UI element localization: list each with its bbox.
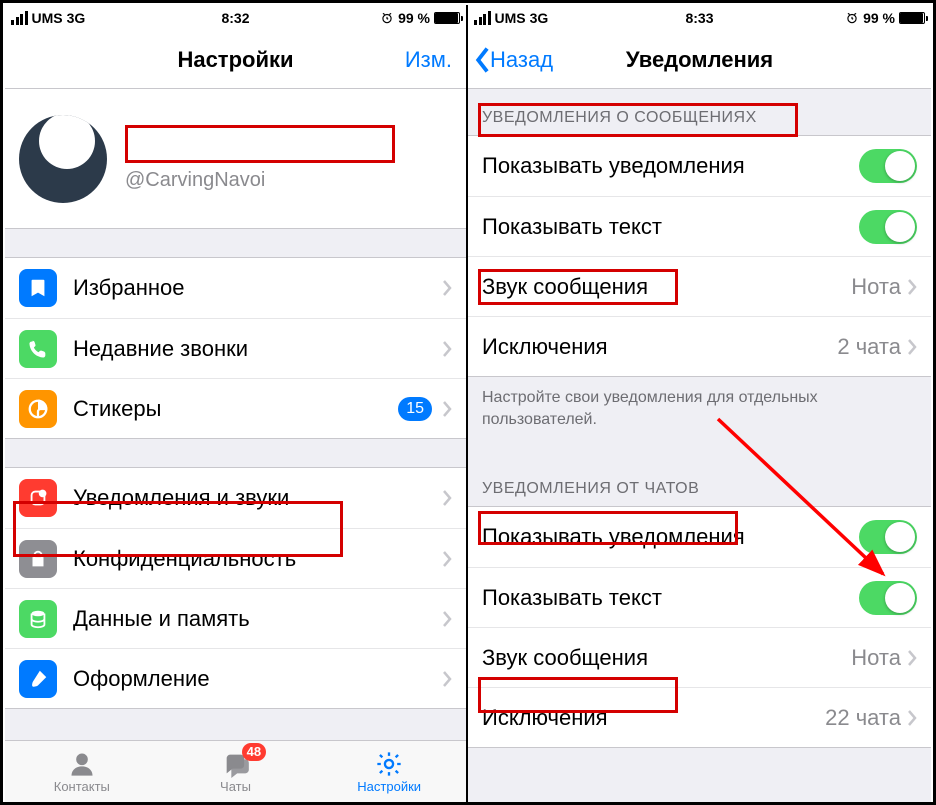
database-icon [19,600,57,638]
chevron-right-icon [907,338,917,356]
row-notifications-sounds[interactable]: Уведомления и звуки [5,468,466,528]
stickers-badge: 15 [398,397,432,421]
tab-bar: Контакты 48 Чаты Настройки [5,740,466,802]
row-appearance[interactable]: Оформление [5,648,466,708]
status-bar: UMS 3G 8:33 99 % [468,5,931,31]
signal-icon [11,11,28,25]
network-label: 3G [67,10,86,26]
row-value: 2 чата [837,334,901,360]
row-data-storage[interactable]: Данные и память [5,588,466,648]
row-label: Показывать уведомления [482,524,859,550]
back-label: Назад [490,47,553,73]
nav-bar: Настройки Изм. [5,31,466,89]
lock-icon [19,540,57,578]
network-label: 3G [530,10,549,26]
battery-pct: 99 % [863,10,895,26]
row-chat-sound[interactable]: Звук сообщения Нота [468,627,931,687]
row-label: Стикеры [73,396,398,422]
status-time: 8:33 [685,10,713,26]
tab-label: Чаты [220,779,251,794]
row-show-notifications-chats[interactable]: Показывать уведомления [468,507,931,567]
chevron-right-icon [442,489,452,507]
row-message-sound[interactable]: Звук сообщения Нота [468,256,931,316]
signal-icon [474,11,491,25]
section-header-messages: УВЕДОМЛЕНИЯ О СООБЩЕНИЯХ [468,89,931,135]
toggle-switch[interactable] [859,210,917,244]
toggle-switch[interactable] [859,581,917,615]
tab-chats[interactable]: 48 Чаты [159,741,313,802]
chevron-right-icon [907,278,917,296]
row-recent-calls[interactable]: Недавние звонки [5,318,466,378]
avatar [19,115,107,203]
nav-bar: Назад Уведомления [468,31,931,89]
notification-icon [19,479,57,517]
row-label: Оформление [73,666,442,692]
alarm-icon [380,11,394,25]
row-label: Звук сообщения [482,645,851,671]
row-label: Уведомления и звуки [73,485,442,511]
row-favorites[interactable]: Избранное [5,258,466,318]
phone-icon [19,330,57,368]
chevron-right-icon [907,709,917,727]
row-label: Конфиденциальность [73,546,442,572]
row-privacy[interactable]: Конфиденциальность [5,528,466,588]
chevron-right-icon [442,400,452,418]
row-label: Звук сообщения [482,274,851,300]
profile-username: @CarvingNavoi [125,169,452,192]
section-footer: Настройте свои уведомления для отдельных… [468,377,931,430]
battery-pct: 99 % [398,10,430,26]
row-exceptions[interactable]: Исключения 2 чата [468,316,931,376]
row-label: Недавние звонки [73,336,442,362]
sticker-icon [19,390,57,428]
status-time: 8:32 [221,10,249,26]
section-header-chats: УВЕДОМЛЕНИЯ ОТ ЧАТОВ [468,430,931,506]
row-show-text[interactable]: Показывать текст [468,196,931,256]
page-title: Настройки [177,47,293,73]
row-exceptions-chats[interactable]: Исключения 22 чата [468,687,931,747]
profile-row[interactable]: @CarvingNavoi [5,89,466,229]
row-label: Избранное [73,275,442,301]
row-label: Исключения [482,334,837,360]
back-button[interactable]: Назад [474,46,553,74]
bookmark-icon [19,269,57,307]
page-title: Уведомления [626,47,773,73]
battery-icon [899,12,925,24]
edit-button[interactable]: Изм. [405,47,452,73]
chevron-right-icon [442,670,452,688]
row-label: Показывать текст [482,585,859,611]
brush-icon [19,660,57,698]
row-value: Нота [851,645,901,671]
chevron-right-icon [442,340,452,358]
chevron-right-icon [442,610,452,628]
carrier-label: UMS [495,10,526,26]
row-show-notifications[interactable]: Показывать уведомления [468,136,931,196]
tab-label: Настройки [357,779,421,794]
tab-settings[interactable]: Настройки [312,741,466,802]
toggle-switch[interactable] [859,149,917,183]
row-label: Показывать текст [482,214,859,240]
carrier-label: UMS [32,10,63,26]
profile-name-redacted [125,125,395,163]
alarm-icon [845,11,859,25]
tab-label: Контакты [54,779,110,794]
row-label: Данные и память [73,606,442,632]
row-label: Показывать уведомления [482,153,859,179]
row-show-text-chats[interactable]: Показывать текст [468,567,931,627]
toggle-switch[interactable] [859,520,917,554]
tab-contacts[interactable]: Контакты [5,741,159,802]
row-value: 22 чата [825,705,901,731]
row-value: Нота [851,274,901,300]
chevron-right-icon [442,550,452,568]
chevron-right-icon [907,649,917,667]
battery-icon [434,12,460,24]
row-stickers[interactable]: Стикеры 15 [5,378,466,438]
chevron-right-icon [442,279,452,297]
chats-badge: 48 [242,743,266,761]
status-bar: UMS 3G 8:32 99 % [5,5,466,31]
row-label: Исключения [482,705,825,731]
